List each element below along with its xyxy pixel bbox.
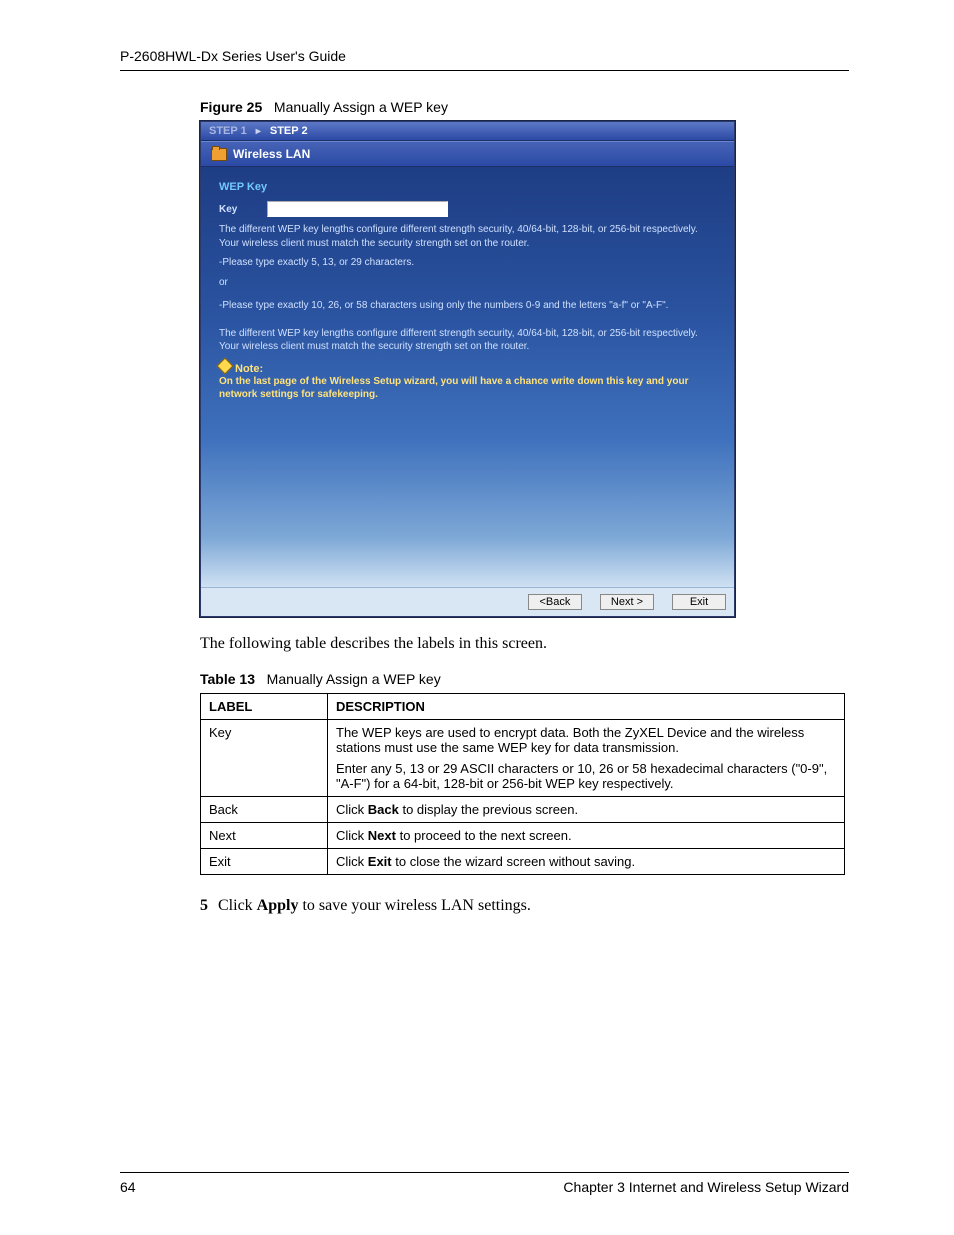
- hint-text-1: The different WEP key lengths configure …: [219, 223, 716, 250]
- wizard-button-bar: <Back Next > Exit: [201, 587, 734, 616]
- chapter-title: Chapter 3 Internet and Wireless Setup Wi…: [563, 1179, 849, 1195]
- key-row: Key: [219, 201, 716, 217]
- section-title-text: Wireless LAN: [233, 147, 310, 161]
- table-row: Next Click Next to proceed to the next s…: [201, 823, 845, 849]
- table-number: Table 13: [200, 671, 255, 687]
- table-header-row: LABEL DESCRIPTION: [201, 694, 845, 720]
- table-row: Back Click Back to display the previous …: [201, 797, 845, 823]
- table-row: Exit Click Exit to close the wizard scre…: [201, 849, 845, 875]
- step-number: 5: [200, 897, 208, 914]
- th-description: DESCRIPTION: [328, 694, 845, 720]
- hint-text-2: -Please type exactly 10, 26, or 58 chara…: [219, 299, 716, 313]
- cell-desc-pre: Click: [336, 828, 368, 843]
- cell-desc-bold: Back: [368, 802, 399, 817]
- hint-text-3: The different WEP key lengths configure …: [219, 327, 716, 354]
- cell-desc: Click Exit to close the wizard screen wi…: [328, 849, 845, 875]
- cell-desc-pre: Click: [336, 802, 368, 817]
- step-separator-icon: ▸: [256, 126, 261, 137]
- footer-rule: [120, 1172, 849, 1173]
- key-label: Key: [219, 204, 237, 215]
- page-footer: 64 Chapter 3 Internet and Wireless Setup…: [120, 1172, 849, 1195]
- hint-text-1c: or: [219, 276, 716, 290]
- figure-caption: Figure 25 Manually Assign a WEP key: [200, 99, 849, 115]
- wizard-section-title: Wireless LAN: [201, 141, 734, 167]
- cell-desc-post: to display the previous screen.: [399, 802, 578, 817]
- wizard-steps: STEP 1 ▸ STEP 2: [201, 122, 734, 141]
- page-number: 64: [120, 1179, 136, 1195]
- figure-number: Figure 25: [200, 99, 262, 115]
- next-button[interactable]: Next >: [600, 594, 654, 610]
- cell-desc-p1: The WEP keys are used to encrypt data. B…: [336, 725, 836, 755]
- note-heading: Note:: [219, 360, 716, 375]
- th-label: LABEL: [201, 694, 328, 720]
- cell-label: Exit: [201, 849, 328, 875]
- step-bold: Apply: [257, 897, 299, 914]
- folder-icon: [211, 148, 227, 161]
- wizard-window: STEP 1 ▸ STEP 2 Wireless LAN WEP Key Key…: [200, 121, 735, 617]
- cell-desc-bold: Next: [368, 828, 396, 843]
- note-heading-text: Note:: [235, 363, 263, 375]
- running-header: P-2608HWL-Dx Series User's Guide: [120, 48, 849, 64]
- exit-button[interactable]: Exit: [672, 594, 726, 610]
- cell-desc-p2: Enter any 5, 13 or 29 ASCII characters o…: [336, 761, 836, 791]
- table-title: Manually Assign a WEP key: [267, 671, 441, 687]
- step-pre: Click: [214, 897, 257, 914]
- hint-text-1b: -Please type exactly 5, 13, or 29 charac…: [219, 256, 716, 270]
- cell-desc-post: to close the wizard screen without savin…: [392, 854, 636, 869]
- cell-desc-bold: Exit: [368, 854, 392, 869]
- wep-key-input[interactable]: [267, 201, 448, 217]
- cell-label: Key: [201, 720, 328, 797]
- cell-desc: Click Back to display the previous scree…: [328, 797, 845, 823]
- step-5-line: 5 Click Apply to save your wireless LAN …: [200, 897, 849, 915]
- header-rule: [120, 70, 849, 71]
- wep-key-group-label: WEP Key: [219, 181, 716, 193]
- step-1-label: STEP 1: [209, 125, 247, 137]
- table-row: Key The WEP keys are used to encrypt dat…: [201, 720, 845, 797]
- intro-paragraph: The following table describes the labels…: [200, 635, 849, 653]
- cell-desc: The WEP keys are used to encrypt data. B…: [328, 720, 845, 797]
- cell-label: Back: [201, 797, 328, 823]
- wizard-panel: WEP Key Key The different WEP key length…: [201, 167, 734, 587]
- description-table: LABEL DESCRIPTION Key The WEP keys are u…: [200, 693, 845, 875]
- cell-desc: Click Next to proceed to the next screen…: [328, 823, 845, 849]
- pin-icon: [217, 357, 234, 374]
- back-button[interactable]: <Back: [528, 594, 582, 610]
- cell-desc-post: to proceed to the next screen.: [396, 828, 572, 843]
- figure-title: Manually Assign a WEP key: [274, 99, 448, 115]
- table-caption: Table 13 Manually Assign a WEP key: [200, 671, 849, 687]
- note-body: On the last page of the Wireless Setup w…: [219, 375, 716, 402]
- cell-desc-pre: Click: [336, 854, 368, 869]
- cell-label: Next: [201, 823, 328, 849]
- step-post: to save your wireless LAN settings.: [298, 897, 530, 914]
- step-2-label: STEP 2: [270, 125, 308, 137]
